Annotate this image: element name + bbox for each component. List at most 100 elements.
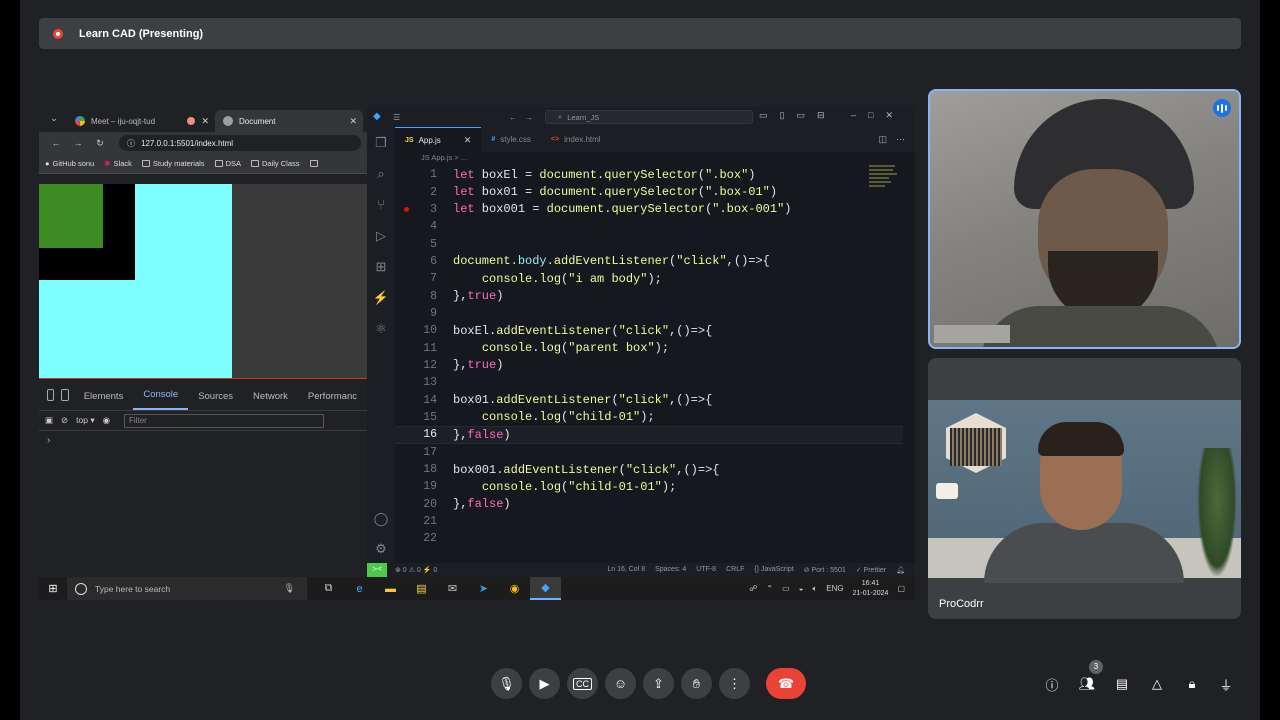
activities-button[interactable]: △	[1147, 674, 1167, 694]
prettier-status[interactable]: ✓ Prettier	[856, 566, 886, 574]
mail-icon[interactable]: ✉	[437, 577, 468, 600]
box-001[interactable]	[39, 184, 103, 248]
code-line[interactable]: 20},false)	[395, 496, 903, 513]
code-line[interactable]: 19 console.log("child-01-01");	[395, 478, 903, 495]
code-line[interactable]: 1 let boxEl = document.querySelector(".bo…	[395, 166, 903, 183]
browser-tab-meet[interactable]: Meet – iju-oqjt-tud ✕	[67, 110, 215, 132]
task-view-icon[interactable]: ⧉	[313, 577, 344, 600]
source-control-icon[interactable]: ⑂	[367, 189, 395, 220]
more-actions-icon[interactable]: ⋯	[896, 134, 905, 145]
bookmark-more[interactable]	[309, 160, 318, 167]
live-server-icon[interactable]: ⚡	[367, 282, 395, 313]
clear-console-icon[interactable]: ⊘	[61, 415, 68, 426]
breadcrumb[interactable]: JS App.js > ...	[421, 153, 467, 162]
reload-icon[interactable]: ↻	[89, 138, 111, 149]
microphone-button[interactable]: 🎙︎	[491, 668, 522, 699]
account-icon[interactable]: ◯	[367, 503, 395, 534]
minimap[interactable]	[869, 165, 897, 195]
forward-icon[interactable]: →	[67, 138, 89, 148]
command-center-search[interactable]: ⌕ Learn_JS	[545, 110, 753, 124]
volume-icon[interactable]: 🔈︎	[812, 584, 817, 594]
show-hidden-icon[interactable]: ⌃	[766, 584, 773, 593]
split-editor-icon[interactable]: ◫	[878, 134, 887, 145]
site-info-icon[interactable]: ⓘ	[127, 138, 135, 149]
react-icon[interactable]: ⚛	[367, 313, 395, 344]
explorer-icon[interactable]: ❐	[367, 127, 395, 158]
code-line[interactable]: 5	[395, 235, 903, 252]
code-line[interactable]: 11 console.log("parent box");	[395, 339, 903, 356]
bookmark-github[interactable]: ● GitHub sonu	[45, 159, 94, 168]
encoding-status[interactable]: UTF-8	[696, 566, 716, 574]
store-icon[interactable]: ▤	[406, 577, 437, 600]
people-button[interactable]: 👥︎	[1077, 674, 1097, 694]
input-language[interactable]: ENG	[826, 584, 843, 593]
code-line[interactable]: 7 console.log("i am body");	[395, 270, 903, 287]
console-prompt[interactable]: ›	[39, 431, 367, 450]
code-line[interactable]: 21	[395, 513, 903, 530]
tab-sources[interactable]: Sources	[188, 391, 243, 410]
action-center-icon[interactable]: ▢	[897, 584, 905, 593]
participant-tile-procodrr[interactable]: ProCodrr	[928, 358, 1241, 619]
tab-network[interactable]: Network	[243, 391, 298, 410]
companion-button[interactable]: ⏚	[1216, 674, 1236, 694]
code-line[interactable]: 9	[395, 305, 903, 322]
bookmark-daily-class[interactable]: Daily Class	[250, 159, 300, 168]
code-line[interactable]: 15 console.log("child-01");	[395, 409, 903, 426]
meeting-details-button[interactable]: ⓘ	[1042, 674, 1062, 694]
cursor-position[interactable]: Ln 16, Col 8	[607, 566, 645, 574]
inspect-icon[interactable]	[47, 389, 55, 401]
code-line[interactable]: 10 boxEl.addEventListener("click",()=>{	[395, 322, 903, 339]
people-icon[interactable]: ☍	[749, 584, 757, 593]
code-line[interactable]: 18 box001.addEventListener("click",()=>{	[395, 461, 903, 478]
bookmark-dsa[interactable]: DSA	[214, 159, 241, 168]
edge-icon[interactable]: e	[344, 577, 375, 600]
battery-icon[interactable]: ▭	[782, 584, 790, 593]
code-line[interactable]: 6 document.body.addEventListener("click",…	[395, 253, 903, 270]
code-line[interactable]: 2 let box01 = document.querySelector(".bo…	[395, 183, 903, 200]
reactions-button[interactable]: ☺	[605, 668, 636, 699]
host-controls-button[interactable]: 🔒︎	[1182, 674, 1202, 694]
code-line[interactable]: 4	[395, 218, 903, 235]
device-toolbar-icon[interactable]	[61, 389, 69, 401]
live-server-port[interactable]: ⊘ Port : 5501	[804, 566, 846, 574]
file-explorer-icon[interactable]: ▬	[375, 577, 406, 600]
code-line[interactable]: 17	[395, 444, 903, 461]
browser-tab-document[interactable]: Document ✕	[215, 110, 363, 132]
run-debug-icon[interactable]: ▷	[367, 220, 395, 251]
eol-status[interactable]: CRLF	[726, 566, 744, 574]
filter-input[interactable]: Filter	[124, 413, 325, 428]
remote-icon[interactable]: ≻<	[367, 563, 387, 577]
problems-status[interactable]: ⊗ 0 ⚠ 0 ⚡ 0	[395, 566, 437, 574]
taskbar-search[interactable]: Type here to search 🎙︎	[67, 577, 307, 600]
captions-button[interactable]: CC	[567, 668, 598, 699]
editor-tab-index-html[interactable]: <> index.html	[541, 127, 611, 152]
code-line[interactable]: 3 let box001 = document.querySelector(".b…	[395, 201, 903, 218]
more-options-button[interactable]: ⋮	[719, 668, 750, 699]
editor-tab-app-js[interactable]: JS App.js ✕	[395, 127, 482, 152]
settings-gear-icon[interactable]: ⚙	[367, 533, 395, 564]
code-editor[interactable]: 1 let boxEl = document.querySelector(".bo…	[395, 166, 903, 550]
close-icon[interactable]: ✕	[349, 116, 357, 127]
chrome-icon[interactable]: ◉	[499, 577, 530, 600]
editor-tab-style-css[interactable]: # style.css	[481, 127, 541, 152]
language-mode[interactable]: {} JavaScript	[754, 566, 793, 574]
tab-performance[interactable]: Performanc	[298, 391, 367, 410]
chat-button[interactable]: ▤	[1112, 674, 1132, 694]
participant-tile-presenter[interactable]	[928, 89, 1241, 349]
present-button[interactable]: ⇪	[643, 668, 674, 699]
back-icon[interactable]: ←	[45, 138, 67, 148]
box-parent[interactable]	[39, 184, 232, 378]
bookmark-study-materials[interactable]: Study materials	[141, 159, 205, 168]
menu-icon[interactable]: ☰	[393, 113, 400, 122]
box-01[interactable]	[39, 184, 135, 280]
nav-forward-icon[interactable]: →	[525, 113, 533, 122]
tab-console[interactable]: Console	[133, 389, 189, 410]
eye-icon[interactable]: ◉	[103, 415, 110, 426]
code-line[interactable]: 16},false)	[395, 426, 903, 444]
sidebar-toggle-icon[interactable]: ▣	[45, 415, 53, 426]
tab-elements[interactable]: Elements	[74, 391, 134, 410]
raise-hand-button[interactable]: ✋︎	[681, 668, 712, 699]
tab-search-icon[interactable]: ⌄	[47, 113, 61, 127]
bookmark-slack[interactable]: ✱ Slack	[104, 159, 132, 168]
window-controls[interactable]: ▭▯▭⊟ –□✕	[759, 110, 905, 121]
